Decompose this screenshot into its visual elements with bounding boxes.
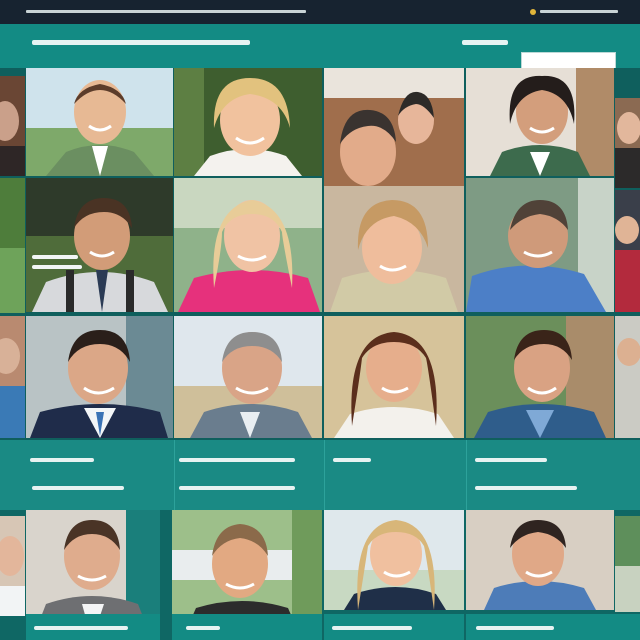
profile-photo-tile[interactable] <box>174 178 322 312</box>
profile-caption-cell[interactable] <box>466 614 640 640</box>
profile-photo-tile[interactable] <box>26 178 173 312</box>
profile-grid-bottom-row <box>0 510 640 640</box>
header-link-placeholder[interactable] <box>462 40 508 45</box>
profile-photo-tile[interactable] <box>324 316 464 438</box>
nav-text-placeholder[interactable] <box>540 10 618 13</box>
profile-caption-cell[interactable] <box>26 614 160 640</box>
profile-photo-tile[interactable] <box>26 68 173 176</box>
profile-photo-tile[interactable] <box>466 178 614 312</box>
profile-caption-cell[interactable] <box>26 440 174 510</box>
profile-photo-tile[interactable] <box>615 516 640 612</box>
profile-photo-tile[interactable] <box>26 316 173 438</box>
profile-caption-cell[interactable] <box>324 614 464 640</box>
page-header <box>0 24 640 74</box>
profile-photo-tile[interactable] <box>0 76 25 176</box>
profile-name-caption <box>28 255 88 275</box>
profile-photo-tile[interactable] <box>466 68 614 176</box>
badge-icon <box>530 9 536 15</box>
profile-photo-tile[interactable] <box>0 516 25 616</box>
profile-caption-cell[interactable] <box>324 440 466 510</box>
profile-photo-tile[interactable] <box>0 316 25 438</box>
profile-photo-tile[interactable] <box>174 316 322 438</box>
top-navigation-bar <box>0 0 640 24</box>
profile-caption-band <box>0 440 640 510</box>
profile-caption-cell[interactable] <box>174 440 324 510</box>
profile-photo-tile[interactable] <box>615 190 640 312</box>
profile-photo-tile[interactable] <box>615 98 640 188</box>
profile-photo-tile[interactable] <box>324 510 464 610</box>
profile-caption-cell[interactable] <box>172 614 322 640</box>
profile-photo-tile[interactable] <box>174 68 322 176</box>
profile-caption-cell[interactable] <box>466 440 616 510</box>
profile-photo-tile[interactable] <box>0 178 25 313</box>
profile-photo-tile[interactable] <box>615 316 640 438</box>
profile-photo-tile[interactable] <box>324 186 464 312</box>
nav-text-placeholder[interactable] <box>26 10 306 13</box>
page-title-placeholder <box>32 40 250 45</box>
profile-grid <box>0 68 640 440</box>
profile-photo-tile[interactable] <box>466 510 614 610</box>
profile-photo-tile[interactable] <box>466 316 614 438</box>
